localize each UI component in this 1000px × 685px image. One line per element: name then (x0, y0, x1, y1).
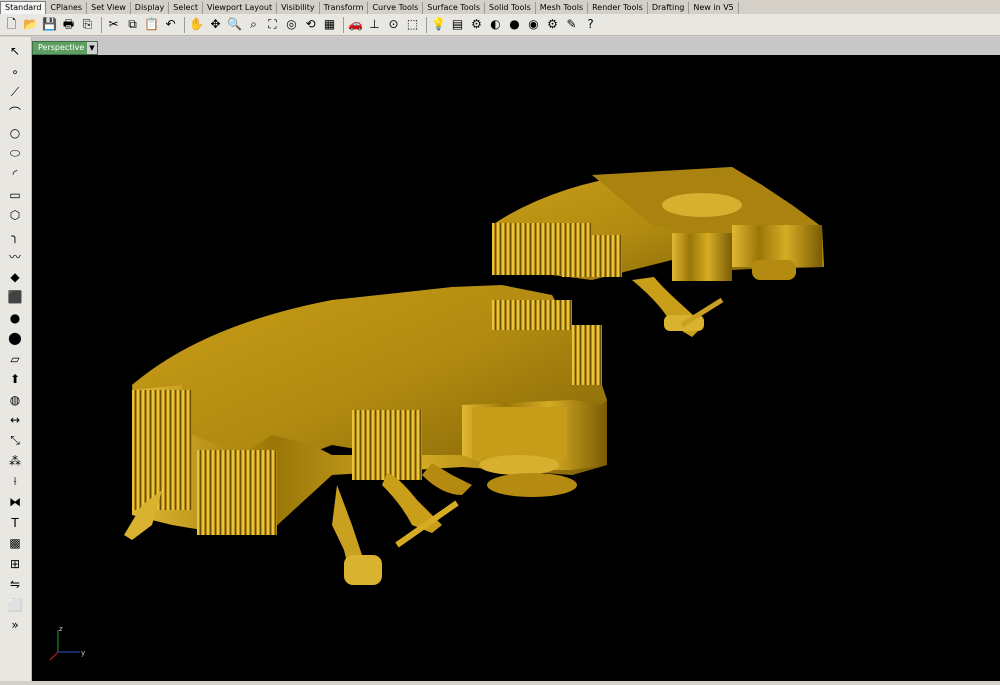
boolean-icon[interactable]: ◍ (6, 392, 24, 408)
select-arrow-icon[interactable]: ↖ (6, 43, 24, 59)
tab-select[interactable]: Select (169, 2, 203, 14)
dimension-icon[interactable]: ↔ (6, 412, 24, 428)
polyline-icon[interactable]: ⟋ (6, 84, 24, 100)
viewport-tab-label: Perspective (38, 43, 85, 52)
point-icon[interactable]: ∘ (6, 64, 24, 80)
options-icon[interactable]: ✎ (563, 16, 580, 33)
plane-icon[interactable]: ▱ (6, 351, 24, 367)
rotate-view-icon[interactable]: ⟲ (302, 16, 319, 33)
new-icon[interactable]: 🗋 (3, 16, 20, 33)
paste-icon[interactable]: 📋 (143, 16, 160, 33)
cylinder-icon[interactable]: ⬤ (6, 330, 24, 346)
undo-icon[interactable]: ↶ (162, 16, 179, 33)
tab-mesh-tools[interactable]: Mesh Tools (536, 2, 589, 14)
tab-curve-tools[interactable]: Curve Tools (368, 2, 424, 14)
tab-viewport-layout[interactable]: Viewport Layout (203, 2, 278, 14)
tab-set-view[interactable]: Set View (87, 2, 131, 14)
light-icon[interactable]: 💡 (430, 16, 447, 33)
curve-icon[interactable]: ⌒ (6, 105, 24, 121)
four-views-icon[interactable]: ▦ (321, 16, 338, 33)
select-icon[interactable]: ⬚ (404, 16, 421, 33)
tab-display[interactable]: Display (131, 2, 170, 14)
tab-visibility[interactable]: Visibility (277, 2, 320, 14)
print-icon[interactable]: 🖶 (60, 16, 77, 33)
move-view-icon[interactable]: ✥ (207, 16, 224, 33)
rectangle-icon[interactable]: ▭ (6, 187, 24, 203)
sphere-icon[interactable]: ● (6, 310, 24, 326)
viewport-tab-perspective[interactable]: Perspective ▼ (32, 41, 98, 55)
toolbar-separator (101, 16, 102, 33)
osnap-icon[interactable]: ⊙ (385, 16, 402, 33)
zoom-extents-icon[interactable]: ⛶ (264, 16, 281, 33)
tab-solid-tools[interactable]: Solid Tools (485, 2, 536, 14)
text-icon[interactable]: T (6, 515, 24, 531)
cube-icon[interactable]: ⬜ (6, 597, 24, 613)
layer-icon[interactable]: ▤ (449, 16, 466, 33)
tab-cplanes[interactable]: CPlanes (46, 2, 88, 14)
mirror-icon[interactable]: ⇋ (6, 576, 24, 592)
split-icon[interactable]: ⟊ (6, 474, 24, 490)
box-icon[interactable]: ⬛ (6, 289, 24, 305)
left-toolbar: ↖ ∘ ⟋ ⌒ ○ ⬭ ◜ ▭ ⬡ ╮ 〰 ◆ ⬛ ● ⬤ ▱ ⬆ ◍ ↔ ⤡ ⁂ ⟊ ⧓ T ▩ ⊞ ⇋ ⬜ » (0, 37, 32, 681)
array-icon[interactable]: ⁂ (6, 453, 24, 469)
more-icon[interactable]: » (6, 617, 24, 633)
extrude-icon[interactable]: ⬆ (6, 371, 24, 387)
viewport-menu-arrow[interactable]: ▼ (87, 42, 97, 54)
copy-icon[interactable]: ⧉ (124, 16, 141, 33)
tab-standard[interactable]: Standard (0, 1, 47, 14)
import-icon[interactable]: ⎘ (79, 16, 96, 33)
zoom-selected-icon[interactable]: ◎ (283, 16, 300, 33)
sphere-icon[interactable]: ◉ (525, 16, 542, 33)
arc-icon[interactable]: ◜ (6, 166, 24, 182)
model-render (124, 167, 824, 585)
color-icon[interactable]: ◐ (487, 16, 504, 33)
join-icon[interactable]: ⧓ (6, 494, 24, 510)
mesh-icon[interactable]: ▩ (6, 535, 24, 551)
ortho-icon[interactable]: ⊥ (366, 16, 383, 33)
tab-drafting[interactable]: Drafting (648, 2, 690, 14)
axis-label-y: y (81, 649, 85, 657)
main-toolbar: 🗋 📂 💾 🖶 ⎘ ✂ ⧉ 📋 ↶ ✋ ✥ 🔍 ⌕ ⛶ ◎ ⟲ ▦ 🚗 ⊥ ⊙ ⬚ 💡 ▤ ⚙ ◐ ● ◉ ⚙ ✎? (0, 14, 1000, 36)
transform-icon[interactable]: ⤡ (6, 433, 24, 449)
open-icon[interactable]: 📂 (22, 16, 39, 33)
cut-icon[interactable]: ✂ (105, 16, 122, 33)
settings-icon[interactable]: ⚙ (544, 16, 561, 33)
properties-icon[interactable]: ⚙ (468, 16, 485, 33)
fillet-icon[interactable]: ╮ (6, 228, 24, 244)
toolbar-separator (426, 16, 427, 33)
surface-icon[interactable]: ◆ (6, 269, 24, 285)
axis-label-z: z (59, 625, 63, 633)
toolbar-separator (343, 16, 344, 33)
render-icon[interactable]: ● (506, 16, 523, 33)
tab-transform[interactable]: Transform (320, 2, 369, 14)
world-axes-icon: z y (49, 625, 85, 661)
freeform-icon[interactable]: 〰 (6, 248, 24, 264)
tab-render-tools[interactable]: Render Tools (588, 2, 648, 14)
zoom-window-icon[interactable]: ⌕ (245, 16, 262, 33)
pan-icon[interactable]: ✋ (188, 16, 205, 33)
help-icon[interactable]: ? (582, 16, 599, 33)
group-icon[interactable]: ⊞ (6, 556, 24, 572)
zoom-icon[interactable]: 🔍 (226, 16, 243, 33)
tab-surface-tools[interactable]: Surface Tools (423, 2, 486, 14)
perspective-viewport[interactable] (32, 55, 1000, 681)
toolbar-separator (184, 16, 185, 33)
ellipse-icon[interactable]: ⬭ (6, 146, 24, 162)
save-icon[interactable]: 💾 (41, 16, 58, 33)
near-relief-piece (124, 285, 607, 585)
car-icon[interactable]: 🚗 (347, 16, 364, 33)
toolbar-tabs: Standard CPlanes Set View Display Select View… (0, 0, 1000, 15)
polygon-icon[interactable]: ⬡ (6, 207, 24, 223)
tab-new-in-v5[interactable]: New in V5 (689, 2, 739, 14)
circle-icon[interactable]: ○ (6, 125, 24, 141)
